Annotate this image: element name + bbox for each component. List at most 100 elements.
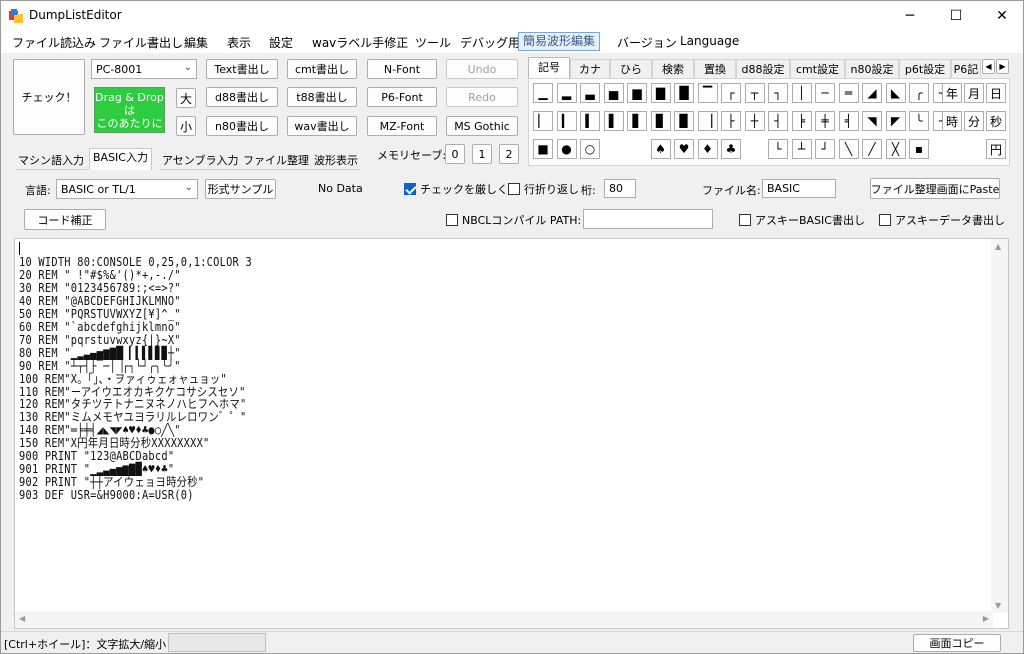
menu-file-load[interactable]: ファイル読込み bbox=[12, 34, 96, 51]
symbol-button-row2-16[interactable]: ╰ bbox=[909, 111, 929, 131]
menu-edit[interactable]: 編集 bbox=[184, 34, 208, 51]
memory-slot-1[interactable]: 1 bbox=[472, 144, 492, 164]
symbol-button-row2-20[interactable]: 秒 bbox=[986, 111, 1006, 131]
scroll-down-icon[interactable]: ▼ bbox=[995, 601, 1001, 610]
menu-waveform-edit[interactable]: 簡易波形編集 bbox=[518, 32, 601, 51]
text-export-button[interactable]: Text書出し bbox=[206, 59, 278, 79]
symbol-button-row2-4[interactable]: ▋ bbox=[627, 111, 647, 131]
tab-file-organize[interactable]: ファイル整理 bbox=[240, 152, 312, 170]
symbol-button-row3-14[interactable]: ╱ bbox=[862, 139, 882, 159]
minimize-button[interactable]: ─ bbox=[887, 1, 933, 31]
d88-export-button[interactable]: d88書出し bbox=[206, 87, 278, 107]
tab-scroll-right-icon[interactable]: ▶ bbox=[996, 59, 1009, 74]
symbol-button-row1-2[interactable]: ▃ bbox=[580, 83, 600, 103]
menu-language[interactable]: Language bbox=[680, 34, 739, 48]
symbol-button-row1-14[interactable]: ◢ bbox=[862, 83, 882, 103]
menu-version[interactable]: バージョン bbox=[617, 34, 677, 51]
font-bigger-button[interactable]: 大 bbox=[176, 88, 196, 108]
symbol-button-row3-2[interactable]: ○ bbox=[580, 139, 600, 159]
symbol-button-row3-8[interactable]: ♣ bbox=[721, 139, 741, 159]
filename-input[interactable]: BASIC bbox=[762, 179, 836, 198]
symbol-button-row1-6[interactable]: █ bbox=[674, 83, 694, 103]
symbol-button-row2-7[interactable]: ▕ bbox=[697, 111, 718, 131]
ascii-basic-checkbox[interactable]: アスキーBASIC書出し bbox=[739, 212, 865, 228]
symbol-button-row1-5[interactable]: ▇ bbox=[650, 83, 671, 103]
code-editor[interactable]: 10 WIDTH 80:CONSOLE 0,25,0,1:COLOR 3 20 R… bbox=[14, 238, 1009, 629]
tab-waveform[interactable]: 波形表示 bbox=[311, 152, 361, 170]
memory-slot-0[interactable]: 0 bbox=[445, 144, 465, 164]
ascii-data-checkbox[interactable]: アスキーデータ書出し bbox=[879, 212, 1005, 228]
screen-copy-button[interactable]: 画面コピー bbox=[913, 634, 1001, 652]
scroll-left-icon[interactable]: ◀ bbox=[19, 614, 25, 623]
symbol-button-row1-19[interactable]: 月 bbox=[964, 83, 984, 103]
symbol-button-row2-10[interactable]: ┤ bbox=[768, 111, 788, 131]
scroll-right-icon[interactable]: ▶ bbox=[983, 614, 989, 623]
ms-gothic-button[interactable]: MS Gothic bbox=[446, 116, 518, 136]
symbol-button-row2-19[interactable]: 分 bbox=[964, 111, 984, 131]
menu-wav-label[interactable]: wavラベル手修正 bbox=[312, 34, 408, 51]
tab-assembler[interactable]: アセンブラ入力 bbox=[159, 152, 242, 170]
symbol-button-row3-11[interactable]: ┴ bbox=[791, 139, 812, 159]
tab-cmt-settings[interactable]: cmt設定 bbox=[790, 59, 845, 78]
symbol-button-row1-18[interactable]: 年 bbox=[942, 83, 962, 103]
tab-hira[interactable]: ひら bbox=[610, 59, 652, 78]
symbol-button-row2-2[interactable]: ▍ bbox=[580, 111, 600, 131]
font-smaller-button[interactable]: 小 bbox=[176, 116, 196, 136]
symbol-button-row1-15[interactable]: ◣ bbox=[885, 83, 906, 103]
menu-file-export[interactable]: ファイル書出し bbox=[99, 34, 183, 51]
symbol-button-row2-0[interactable]: ▏ bbox=[533, 111, 553, 131]
nbcl-checkbox[interactable]: NBCLコンパイル PATH: bbox=[446, 212, 581, 228]
symbol-button-row3-1[interactable]: ● bbox=[556, 139, 577, 159]
digits-input[interactable]: 80 bbox=[604, 179, 636, 198]
symbol-button-row3-5[interactable]: ♠ bbox=[650, 139, 671, 159]
symbol-button-row3-10[interactable]: └ bbox=[768, 139, 788, 159]
format-sample-button[interactable]: 形式サンプル bbox=[205, 179, 276, 199]
symbol-button-row2-12[interactable]: ╪ bbox=[815, 111, 835, 131]
menu-view[interactable]: 表示 bbox=[227, 34, 251, 51]
symbol-button-row2-3[interactable]: ▌ bbox=[603, 111, 624, 131]
symbol-button-row1-7[interactable]: ▔ bbox=[697, 83, 718, 103]
symbol-button-row1-10[interactable]: ┐ bbox=[768, 83, 788, 103]
tab-p6-partial[interactable]: P6記 bbox=[951, 59, 981, 78]
symbol-button-row1-4[interactable]: ▆ bbox=[627, 83, 647, 103]
n80-export-button[interactable]: n80書出し bbox=[206, 116, 278, 136]
symbol-button-row2-8[interactable]: ├ bbox=[721, 111, 741, 131]
symbol-button-row2-6[interactable]: ▉ bbox=[674, 111, 694, 131]
machine-select[interactable]: PC-8001 ⌄ bbox=[91, 59, 197, 79]
symbol-button-row2-18[interactable]: 時 bbox=[942, 111, 962, 131]
menu-settings[interactable]: 設定 bbox=[269, 34, 293, 51]
symbol-button-row1-13[interactable]: ═ bbox=[838, 83, 859, 103]
undo-button[interactable]: Undo bbox=[446, 59, 518, 79]
nbcl-path-input[interactable] bbox=[583, 209, 713, 229]
symbol-button-row2-13[interactable]: ╡ bbox=[838, 111, 859, 131]
mz-font-button[interactable]: MZ-Font bbox=[367, 116, 437, 136]
language-select[interactable]: BASIC or TL/1 ⌄ bbox=[56, 179, 198, 199]
symbol-button-row3-0[interactable]: ■ bbox=[533, 139, 553, 159]
symbol-button-row1-16[interactable]: ╭ bbox=[909, 83, 929, 103]
cmt-export-button[interactable]: cmt書出し bbox=[287, 59, 357, 79]
strict-check-checkbox[interactable]: チェックを厳しく bbox=[404, 181, 508, 197]
tab-machine-code[interactable]: マシン語入力 bbox=[15, 152, 87, 170]
paste-to-file-organize-button[interactable]: ファイル整理画面にPaste bbox=[870, 178, 1000, 199]
symbol-button-row1-11[interactable]: │ bbox=[791, 83, 812, 103]
check-button[interactable]: チェック！ bbox=[13, 59, 85, 135]
symbol-button-row3-16[interactable]: ▪ bbox=[909, 139, 929, 159]
tab-basic[interactable]: BASIC入力 bbox=[89, 148, 152, 170]
tab-replace[interactable]: 置換 bbox=[694, 59, 736, 78]
symbol-button-row2-11[interactable]: ╞ bbox=[791, 111, 812, 131]
tab-symbols[interactable]: 記号 bbox=[528, 57, 570, 78]
tab-n80-settings[interactable]: n80設定 bbox=[845, 59, 899, 78]
symbol-button-row2-15[interactable]: ◤ bbox=[885, 111, 906, 131]
code-fix-button[interactable]: コード補正 bbox=[24, 209, 106, 230]
drag-drop-area[interactable]: Drag & Drop は このあたりに bbox=[94, 87, 165, 133]
memory-slot-2[interactable]: 2 bbox=[499, 144, 519, 164]
symbol-button-row3-20[interactable]: 円 bbox=[986, 139, 1006, 159]
wrap-checkbox[interactable]: 行折り返し bbox=[508, 181, 579, 197]
symbol-button-row1-20[interactable]: 日 bbox=[986, 83, 1006, 103]
menu-debug[interactable]: デバッグ用 bbox=[460, 34, 520, 51]
close-button[interactable]: ✕ bbox=[979, 1, 1024, 31]
tab-search[interactable]: 検索 bbox=[652, 59, 694, 78]
symbol-button-row1-12[interactable]: ─ bbox=[815, 83, 835, 103]
symbol-button-row2-14[interactable]: ◥ bbox=[862, 111, 882, 131]
horizontal-scrollbar[interactable]: ◀ ▶ bbox=[15, 611, 993, 628]
